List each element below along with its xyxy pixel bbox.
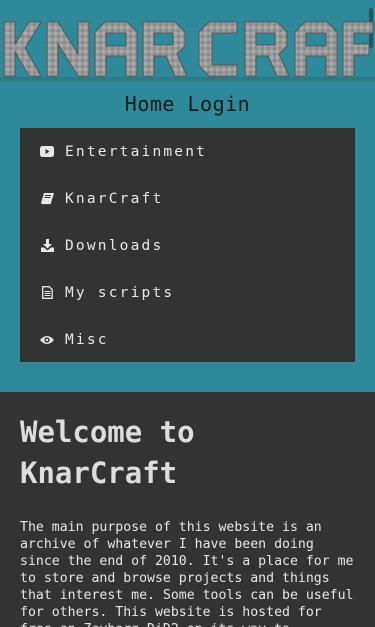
- menu-item-knarcraft[interactable]: KnarCraft: [20, 175, 355, 222]
- main-menu: Entertainment KnarCraft Downloads My scr…: [20, 128, 355, 362]
- site-logo[interactable]: [0, 14, 375, 84]
- logo-graphic: [0, 21, 375, 81]
- top-nav: Home Login: [0, 92, 375, 116]
- page: Home Login Entertainment KnarCraft Downl…: [0, 0, 375, 627]
- menu-item-misc[interactable]: Misc: [20, 316, 355, 363]
- eye-icon: [40, 333, 54, 347]
- youtube-play-icon: [40, 145, 54, 159]
- download-icon: [40, 239, 54, 253]
- menu-item-label: My scripts: [65, 284, 175, 301]
- menu-item-downloads[interactable]: Downloads: [20, 222, 355, 269]
- menu-item-label: KnarCraft: [65, 190, 164, 207]
- menu-item-label: Downloads: [65, 237, 164, 254]
- menu-item-label: Entertainment: [65, 143, 208, 160]
- menu-item-my-scripts[interactable]: My scripts: [20, 269, 355, 316]
- menu-item-entertainment[interactable]: Entertainment: [20, 128, 355, 175]
- menu-item-label: Misc: [65, 331, 109, 348]
- home-link[interactable]: Home: [125, 92, 175, 116]
- intro-text: The main purpose of this website is an a…: [20, 520, 354, 627]
- file-text-icon: [40, 286, 54, 300]
- site-header: Home Login Entertainment KnarCraft Downl…: [0, 0, 375, 392]
- page-title: Welcome to KnarCraft: [20, 415, 195, 490]
- book-icon: [40, 192, 54, 206]
- login-link[interactable]: Login: [188, 92, 251, 116]
- main-content: Welcome to KnarCraft The main purpose of…: [0, 392, 375, 627]
